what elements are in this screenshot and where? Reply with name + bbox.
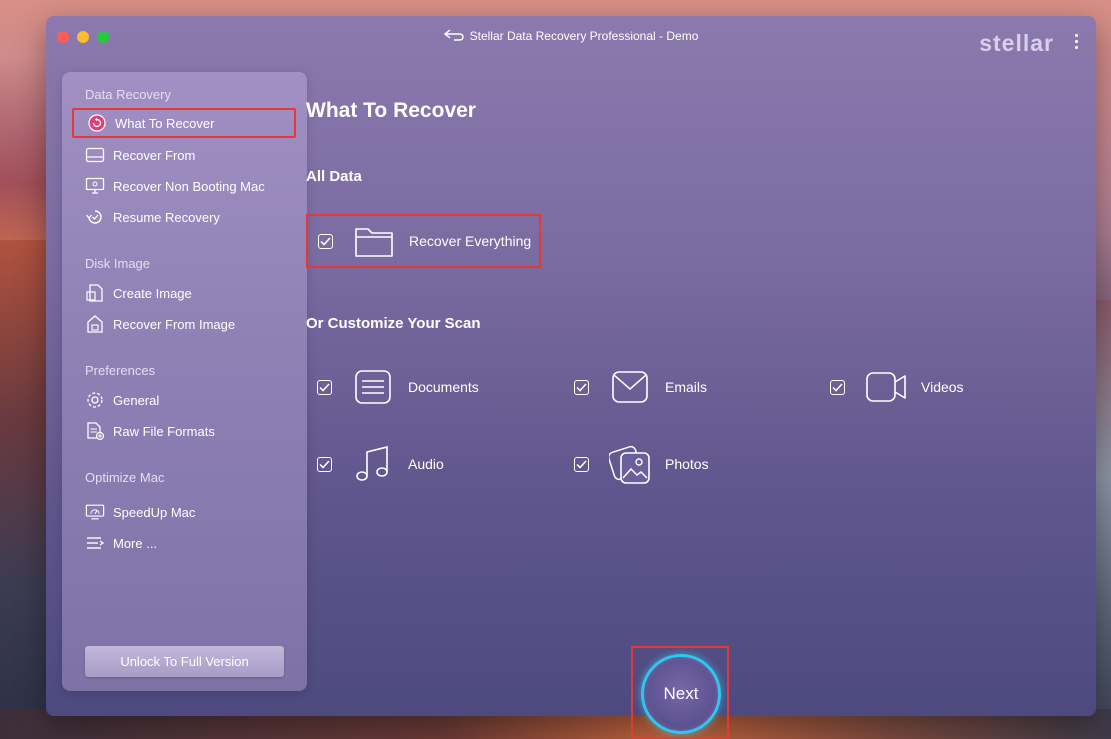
- sidebar-item-what-to-recover[interactable]: What To Recover: [72, 108, 296, 138]
- drive-icon: [85, 145, 105, 165]
- folder-icon: [353, 220, 395, 262]
- documents-checkbox[interactable]: [317, 380, 332, 395]
- emails-checkbox[interactable]: [574, 380, 589, 395]
- sidebar-item-label: SpeedUp Mac: [113, 505, 195, 520]
- section-title-preferences: Preferences: [85, 363, 155, 378]
- create-image-icon: [85, 283, 105, 303]
- sidebar-item-label: Recover From: [113, 148, 195, 163]
- option-label: Videos: [921, 379, 964, 395]
- option-label: Audio: [408, 456, 444, 472]
- page-title: What To Recover: [306, 99, 476, 123]
- unlock-full-version-button[interactable]: Unlock To Full Version: [85, 646, 284, 677]
- videos-checkbox[interactable]: [830, 380, 845, 395]
- option-audio[interactable]: Audio: [317, 439, 444, 489]
- next-button-highlight: Next: [631, 646, 729, 739]
- sidebar-item-label: General: [113, 393, 159, 408]
- music-note-icon: [352, 443, 394, 485]
- sidebar-item-recover-from-image[interactable]: Recover From Image: [72, 309, 296, 339]
- photos-checkbox[interactable]: [574, 457, 589, 472]
- gear-icon: [85, 390, 105, 410]
- title-bar: Stellar Data Recovery Professional - Dem…: [46, 16, 1096, 56]
- sidebar-item-label: Create Image: [113, 286, 192, 301]
- window-title: Stellar Data Recovery Professional - Dem…: [46, 29, 1096, 44]
- sidebar-item-create-image[interactable]: Create Image: [72, 278, 296, 308]
- recover-target-icon: [87, 113, 107, 133]
- option-emails[interactable]: Emails: [574, 362, 707, 412]
- more-list-icon: [85, 533, 105, 553]
- audio-checkbox[interactable]: [317, 457, 332, 472]
- video-icon: [865, 366, 907, 408]
- sidebar-item-label: More ...: [113, 536, 157, 551]
- section-title-optimize-mac: Optimize Mac: [85, 470, 164, 485]
- sidebar-item-label: Resume Recovery: [113, 210, 220, 225]
- sidebar-item-label: Recover Non Booting Mac: [113, 179, 265, 194]
- section-title-disk-image: Disk Image: [85, 256, 150, 271]
- sidebar: Data Recovery What To Recover Recover Fr…: [62, 72, 307, 691]
- sidebar-item-more[interactable]: More ...: [72, 528, 296, 558]
- recover-everything-option[interactable]: Recover Everything: [306, 214, 541, 268]
- next-button[interactable]: Next: [641, 654, 721, 734]
- resume-icon: [85, 207, 105, 227]
- monitor-icon: [85, 176, 105, 196]
- window-title-text: Stellar Data Recovery Professional - Dem…: [470, 29, 699, 43]
- recover-image-icon: [85, 314, 105, 334]
- option-label: Photos: [665, 456, 709, 472]
- option-documents[interactable]: Documents: [317, 362, 479, 412]
- sidebar-item-resume-recovery[interactable]: Resume Recovery: [72, 202, 296, 232]
- raw-file-icon: [85, 421, 105, 441]
- sidebar-item-label: What To Recover: [115, 116, 214, 131]
- section-title-data-recovery: Data Recovery: [85, 87, 171, 102]
- app-window: Stellar Data Recovery Professional - Dem…: [46, 16, 1096, 716]
- customize-scan-heading: Or Customize Your Scan: [306, 315, 481, 332]
- sidebar-item-label: Recover From Image: [113, 317, 235, 332]
- photos-icon: [609, 443, 651, 485]
- option-videos[interactable]: Videos: [830, 362, 964, 412]
- sidebar-item-recover-non-booting-mac[interactable]: Recover Non Booting Mac: [72, 171, 296, 201]
- sidebar-item-label: Raw File Formats: [113, 424, 215, 439]
- option-label: Documents: [408, 379, 479, 395]
- sidebar-item-speedup-mac[interactable]: SpeedUp Mac: [72, 497, 296, 527]
- documents-icon: [352, 366, 394, 408]
- option-photos[interactable]: Photos: [574, 439, 709, 489]
- sidebar-item-recover-from[interactable]: Recover From: [72, 140, 296, 170]
- recover-everything-label: Recover Everything: [409, 233, 531, 249]
- sidebar-item-raw-file-formats[interactable]: Raw File Formats: [72, 416, 296, 446]
- all-data-heading: All Data: [306, 168, 362, 185]
- option-label: Emails: [665, 379, 707, 395]
- kebab-menu-icon[interactable]: [1074, 34, 1080, 50]
- recover-everything-checkbox[interactable]: [318, 234, 333, 249]
- speedometer-icon: [85, 502, 105, 522]
- email-icon: [609, 366, 651, 408]
- back-arrow-icon[interactable]: [444, 29, 464, 44]
- sidebar-item-general[interactable]: General: [72, 385, 296, 415]
- stellar-logo: stellar: [979, 30, 1054, 57]
